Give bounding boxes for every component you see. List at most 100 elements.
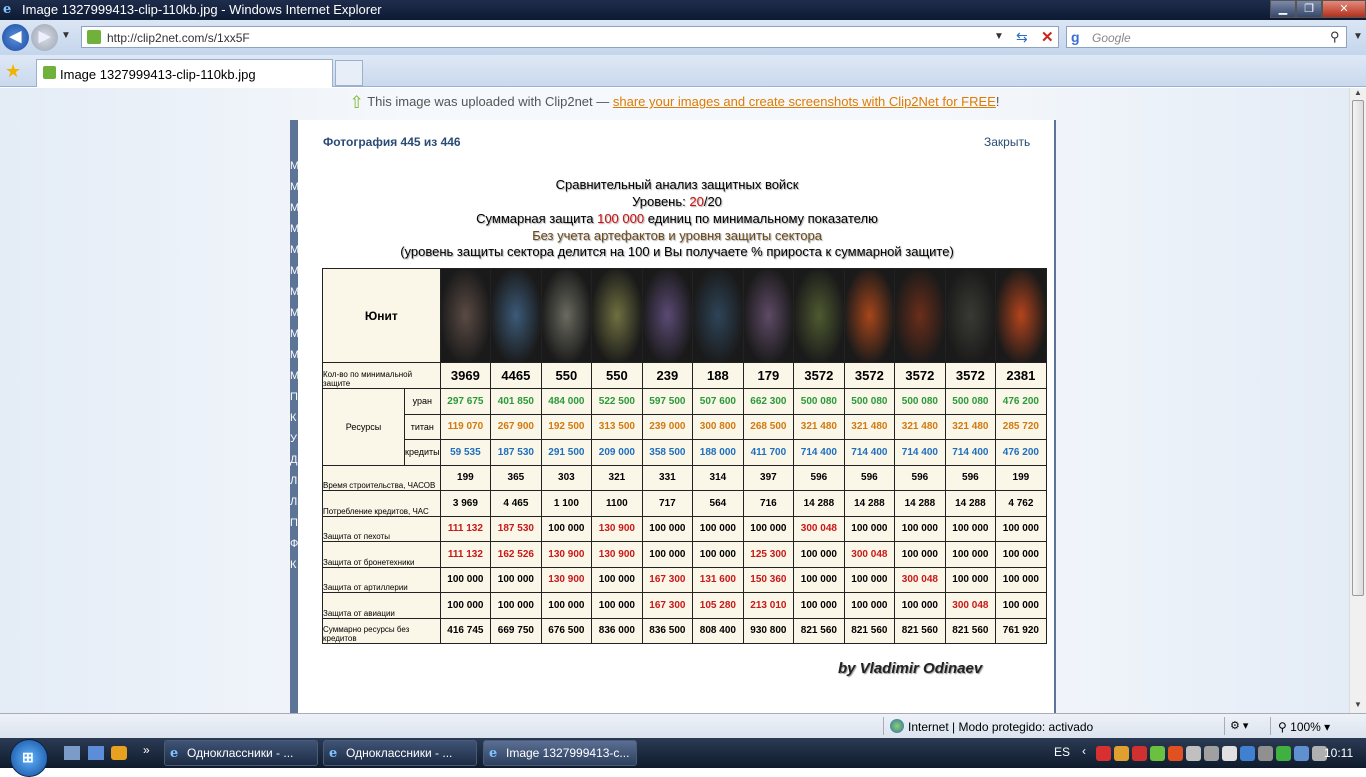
resource-cell: 522 500 xyxy=(591,388,643,415)
maximize-button[interactable]: ❐ xyxy=(1296,0,1322,18)
unit-image xyxy=(540,268,593,363)
scroll-up-icon[interactable]: ▲ xyxy=(1354,88,1362,97)
close-photo-link[interactable]: Закрыть xyxy=(984,135,1030,149)
resource-cell: 714 400 xyxy=(944,439,997,466)
value-cell: 100 000 xyxy=(540,515,593,542)
unit-image xyxy=(439,268,492,363)
minimize-button[interactable]: ▁ xyxy=(1270,0,1296,18)
unit-image xyxy=(490,268,542,363)
value-cell: 14 288 xyxy=(894,490,946,517)
start-button[interactable]: ⊞ xyxy=(10,739,48,777)
refresh-icon[interactable]: ⇆ xyxy=(1016,29,1028,46)
clock[interactable]: 10:11 xyxy=(1324,746,1353,760)
resource-cell: 59 535 xyxy=(439,439,492,466)
favorites-star-icon[interactable]: ★ xyxy=(5,61,21,82)
stop-icon[interactable]: ✕ xyxy=(1041,28,1054,46)
resource-cell: 192 500 xyxy=(540,413,593,440)
tray-icon-3[interactable] xyxy=(1132,746,1147,761)
search-box[interactable]: g Google ⚲ ▼ xyxy=(1066,26,1363,48)
min-count-cell: 550 xyxy=(540,362,593,389)
zoom-level[interactable]: ⚲ 100% ▾ xyxy=(1278,720,1330,734)
scroll-thumb[interactable] xyxy=(1352,100,1364,596)
status-bar: Internet | Modo protegido: activado ⚙ ▾ … xyxy=(0,713,1366,738)
value-cell: 100 000 xyxy=(843,566,896,593)
back-button[interactable]: ◀ xyxy=(2,24,29,51)
google-icon: g xyxy=(1071,29,1080,45)
tray-expand-icon[interactable]: ‹ xyxy=(1082,744,1086,758)
close-window-button[interactable]: ✕ xyxy=(1322,0,1366,18)
show-desktop-icon[interactable] xyxy=(64,746,80,760)
value-cell: 596 xyxy=(944,464,997,491)
tray-icon-1[interactable] xyxy=(1096,746,1111,761)
explorer-quicklaunch-icon[interactable] xyxy=(88,746,104,760)
address-dropdown-icon[interactable]: ▼ xyxy=(994,31,1004,42)
value-cell: 100 000 xyxy=(540,592,593,619)
value-cell: 100 000 xyxy=(439,566,492,593)
value-cell: 300 048 xyxy=(894,566,946,593)
banner-link[interactable]: share your images and create screenshots… xyxy=(613,94,996,109)
resource-type: уран xyxy=(404,388,441,415)
table-row: Суммарно ресурсы без кредитов 416 745 669 … xyxy=(322,617,1047,644)
address-input[interactable]: http://clip2net.com/s/1xx5F xyxy=(107,31,250,45)
taskbar-button-odnoklassniki-1[interactable]: e Одноклассники - ... xyxy=(164,740,318,766)
tray-icon-7[interactable] xyxy=(1204,746,1219,761)
search-dropdown-icon[interactable]: ▼ xyxy=(1353,31,1363,42)
security-zone[interactable]: Internet | Modo protegido: activado xyxy=(908,720,1093,734)
ie-logo-icon: e xyxy=(3,2,12,17)
value-cell: 100 000 xyxy=(995,592,1047,619)
quicklaunch-overflow-icon[interactable]: » xyxy=(143,743,150,757)
language-indicator[interactable]: ES xyxy=(1054,745,1070,759)
search-input[interactable]: Google xyxy=(1092,31,1131,45)
infographic-level: Уровень: 20/20 xyxy=(632,194,722,209)
tab-label: Image 1327999413-clip-110kb.jpg xyxy=(60,67,256,82)
resource-cell: 300 800 xyxy=(692,413,744,440)
tab-image[interactable]: Image 1327999413-clip-110kb.jpg xyxy=(36,59,333,87)
scroll-down-icon[interactable]: ▼ xyxy=(1354,700,1362,709)
resource-cell: 597 500 xyxy=(641,388,694,415)
value-cell: 14 288 xyxy=(843,490,896,517)
tray-icon-10[interactable] xyxy=(1258,746,1273,761)
tray-icon-6[interactable] xyxy=(1186,746,1201,761)
table-row: Защита от авиации 100 000 100 000 100 000 10… xyxy=(322,592,1047,619)
row-label: Потребление кредитов, ЧАС xyxy=(322,490,441,517)
value-cell: 300 048 xyxy=(793,515,845,542)
taskbar-button-odnoklassniki-2[interactable]: e Одноклассники - ... xyxy=(323,740,477,766)
value-cell: 564 xyxy=(692,490,744,517)
vertical-scrollbar[interactable]: ▲ ▼ xyxy=(1349,88,1366,713)
address-bar[interactable]: http://clip2net.com/s/1xx5F ▼ ⇆ ✕ xyxy=(81,26,1059,48)
value-cell: 303 xyxy=(540,464,593,491)
resource-cell: 500 080 xyxy=(944,388,997,415)
unit-image xyxy=(843,268,896,363)
value-cell: 130 900 xyxy=(540,566,593,593)
tray-icon-2[interactable] xyxy=(1114,746,1129,761)
new-tab-button[interactable] xyxy=(335,60,363,86)
resource-cell: 291 500 xyxy=(540,439,593,466)
unit-image xyxy=(894,268,946,363)
window-title: Image 1327999413-clip-110kb.jpg - Window… xyxy=(22,2,382,17)
value-cell: 821 560 xyxy=(793,617,845,644)
min-count-cell: 3572 xyxy=(944,362,997,389)
protected-mode-icon[interactable]: ⚙ ▾ xyxy=(1230,719,1248,732)
tray-icon-5[interactable] xyxy=(1168,746,1183,761)
tray-icon-8[interactable] xyxy=(1222,746,1237,761)
value-cell: 596 xyxy=(843,464,896,491)
tray-icon-9[interactable] xyxy=(1240,746,1255,761)
resource-cell: 714 400 xyxy=(894,439,946,466)
value-cell: 300 048 xyxy=(944,592,997,619)
resource-cell: 119 070 xyxy=(439,413,492,440)
media-player-icon[interactable] xyxy=(111,746,127,760)
taskbar-button-image[interactable]: e Image 1327999413-c... xyxy=(483,740,637,766)
value-cell: 100 000 xyxy=(944,566,997,593)
forward-button[interactable]: ▶ xyxy=(31,24,58,51)
value-cell: 150 360 xyxy=(742,566,795,593)
value-cell: 100 000 xyxy=(995,566,1047,593)
table-row: Защита от артиллерии 100 000 100 000 130 90… xyxy=(322,566,1047,593)
tray-icon-11[interactable] xyxy=(1276,746,1291,761)
tray-icon-4[interactable] xyxy=(1150,746,1165,761)
value-cell: 761 920 xyxy=(995,617,1047,644)
resource-cell: 476 200 xyxy=(995,439,1047,466)
network-icon[interactable] xyxy=(1294,746,1309,761)
history-dropdown-icon[interactable]: ▼ xyxy=(61,30,71,41)
resource-cell: 297 675 xyxy=(439,388,492,415)
search-icon[interactable]: ⚲ xyxy=(1330,29,1340,45)
